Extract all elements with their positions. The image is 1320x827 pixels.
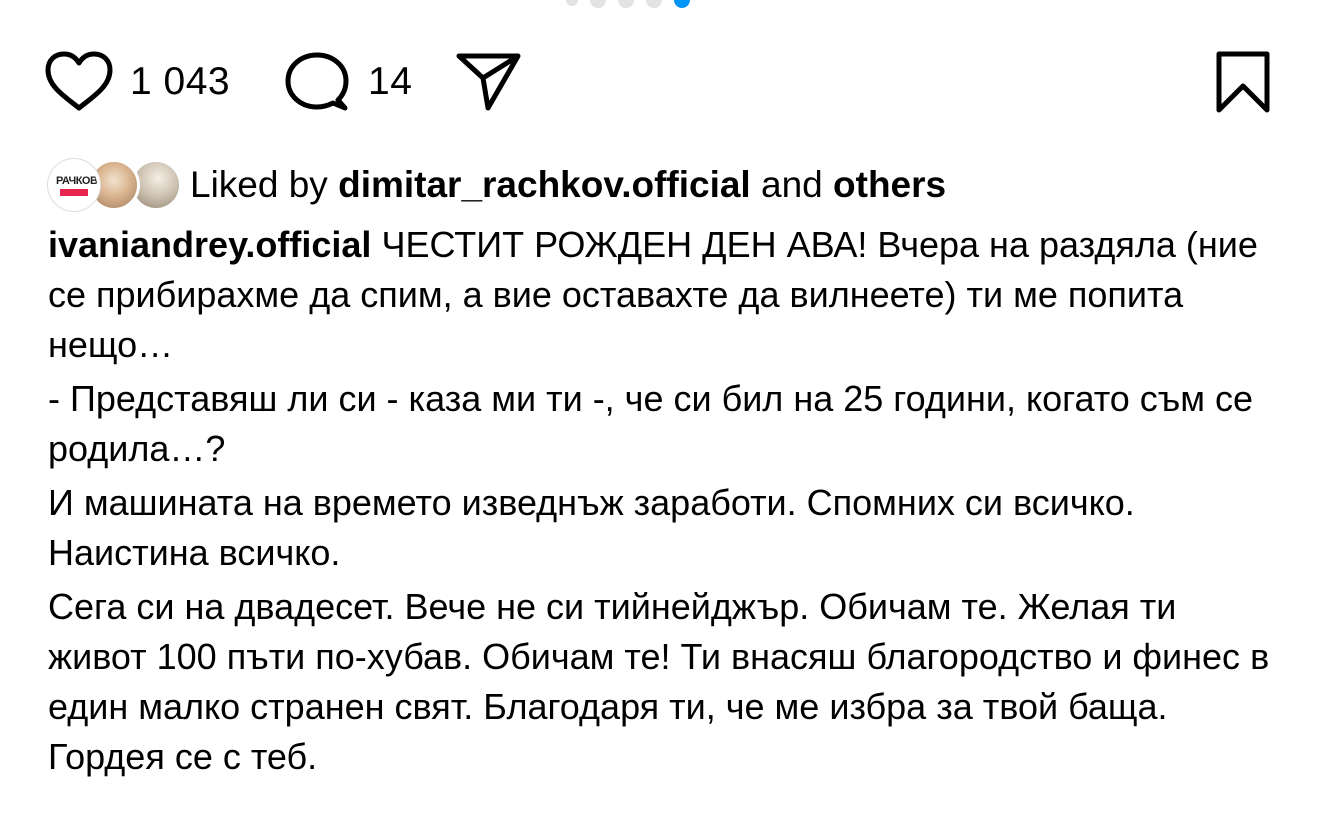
carousel-dot — [590, 0, 606, 8]
avatar-logo-bar — [60, 189, 88, 196]
liked-by-prefix: Liked by — [190, 164, 328, 205]
carousel-dot-active — [674, 0, 690, 8]
caption-paragraph: Сега си на двадесет. Вече не си тийнейдж… — [48, 586, 1270, 777]
carousel-dot — [618, 0, 634, 8]
caption-username-link[interactable]: ivaniandrey.official — [48, 224, 371, 265]
caption-paragraph: - Представяш ли си - каза ми ти -, че си… — [48, 378, 1254, 469]
comment-bubble-icon — [285, 52, 349, 111]
like-button[interactable] — [44, 50, 114, 114]
comment-count-text: 14 — [368, 60, 413, 103]
liked-by-others-link[interactable]: others — [833, 164, 946, 205]
heart-outline-icon — [45, 51, 113, 111]
paper-plane-icon — [456, 53, 521, 111]
liked-by-text: Liked by dimitar_rachkov.official and ot… — [190, 164, 946, 206]
liked-by-middle: and — [761, 164, 823, 205]
caption-paragraph: И машината на времето изведнъж заработи.… — [48, 482, 1135, 573]
avatar: РАЧКОВ — [48, 159, 100, 211]
carousel-dots — [566, 0, 690, 8]
carousel-dot — [646, 0, 662, 8]
avatar-logo-text: РАЧКОВ — [56, 175, 98, 187]
comment-button[interactable] — [282, 50, 352, 114]
liked-by-user-link[interactable]: dimitar_rachkov.official — [338, 164, 751, 205]
like-count[interactable]: 1 043 — [130, 50, 230, 114]
bookmark-outline-icon — [1216, 51, 1270, 113]
post-action-bar: 1 043 14 — [44, 50, 1276, 114]
comment-count[interactable]: 14 — [368, 50, 412, 114]
liker-avatars[interactable]: РАЧКОВ — [48, 156, 182, 214]
like-count-text: 1 043 — [130, 60, 231, 103]
caption-paragraph: ivaniandrey.official ЧЕСТИТ РОЖДЕН ДЕН А… — [48, 220, 1278, 370]
save-button[interactable] — [1210, 50, 1276, 114]
post-caption: ivaniandrey.official ЧЕСТИТ РОЖДЕН ДЕН А… — [48, 220, 1278, 786]
liked-by-row[interactable]: РАЧКОВ Liked by dimitar_rachkov.official… — [48, 156, 946, 214]
carousel-dot — [566, 0, 578, 6]
share-button[interactable] — [454, 50, 524, 114]
